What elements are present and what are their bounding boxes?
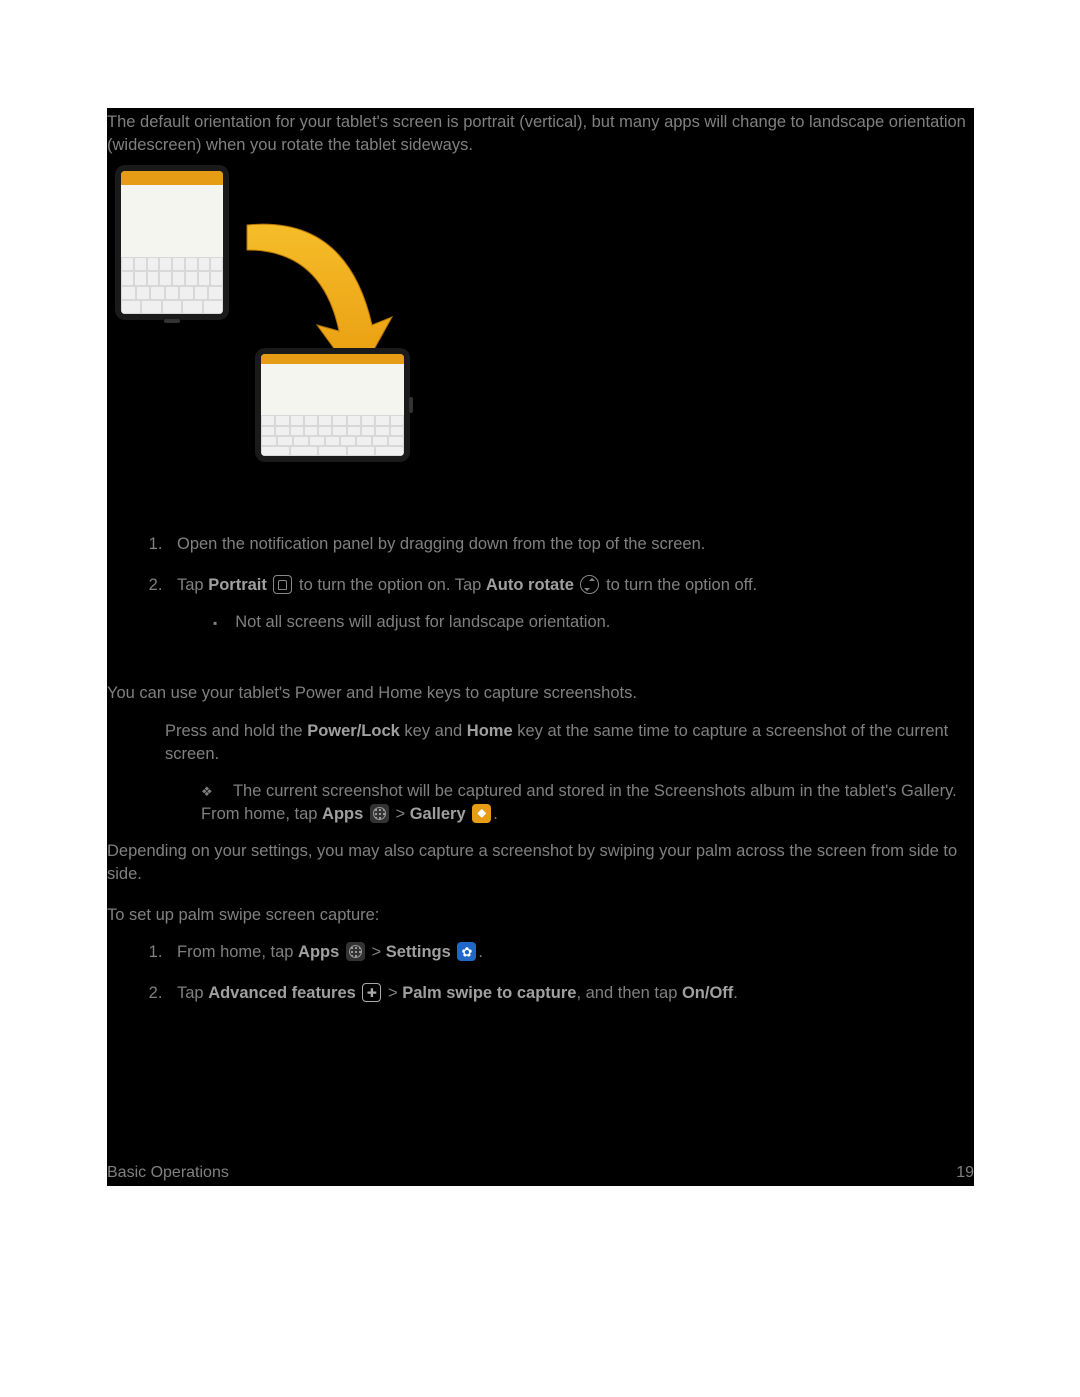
palm-setup-intro: To set up palm swipe screen capture: [107,904,974,927]
step-2: Tap Portrait to turn the option on. Tap … [167,574,974,652]
autorotate-steps: Open the notification panel by dragging … [107,533,974,652]
step-2-note: Not all screens will adjust for landscap… [213,611,974,634]
capture-instruction: Press and hold the Power/Lock key and Ho… [165,720,974,840]
gallery-icon [472,804,491,823]
palm-step-1: From home, tap Apps > Settings . [167,941,974,982]
apps-icon [346,942,365,961]
step-1: Open the notification panel by dragging … [167,533,974,574]
autorotate-icon [580,575,599,594]
portrait-lock-icon [273,575,292,594]
palm-steps: From home, tap Apps > Settings . Tap Adv… [107,941,974,1023]
capture-storage-note: The current screenshot will be captured … [201,780,974,826]
palm-step-2: Tap Advanced features > Palm swipe to ca… [167,982,974,1023]
footer-section: Basic Operations [107,1164,229,1182]
tablet-landscape [255,348,410,462]
palm-swipe-intro: Depending on your settings, you may also… [107,840,974,886]
page-footer: Basic Operations 19 [107,1164,974,1186]
capture-intro: You can use your tablet's Power and Home… [107,682,974,705]
capture-bullets: Press and hold the Power/Lock key and Ho… [107,720,974,840]
advanced-features-icon [362,983,381,1002]
settings-icon [457,942,476,961]
rotation-illustration [107,165,974,485]
footer-page-number: 19 [956,1164,974,1182]
intro-paragraph: The default orientation for your tablet'… [107,108,974,157]
apps-icon [370,804,389,823]
